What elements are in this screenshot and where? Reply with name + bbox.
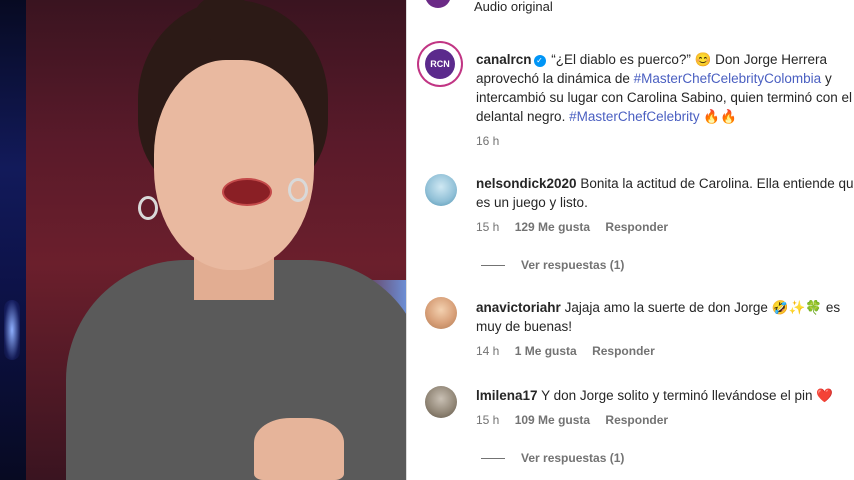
commenter-username[interactable]: nelsondick2020	[476, 176, 577, 191]
view-replies-label: Ver respuestas (1)	[521, 451, 625, 465]
caption-text-line-2-end: y	[821, 71, 832, 86]
person-mouth	[222, 178, 272, 206]
view-replies-label: Ver respuestas (1)	[521, 258, 625, 272]
background-light	[4, 300, 20, 360]
person-hands	[254, 418, 344, 480]
audio-avatar[interactable]	[425, 0, 451, 8]
replies-divider	[481, 265, 505, 267]
comments-panel[interactable]: Audio original RCN canalrcn ✓ “¿El diablo…	[407, 0, 854, 480]
view-replies-button[interactable]: Ver respuestas (1)	[481, 258, 624, 272]
earring-right	[288, 178, 308, 202]
comment-likes[interactable]: 129 Me gusta	[515, 220, 590, 234]
comment-likes[interactable]: 109 Me gusta	[515, 413, 590, 427]
commenter-username[interactable]: anavictoriahr	[476, 300, 561, 315]
hashtag-link[interactable]: #MasterChefCelebrityColombia	[634, 71, 822, 86]
caption-meta: 16 h	[476, 134, 852, 148]
caption-emojis: 🔥🔥	[699, 109, 738, 124]
view-replies-button[interactable]: Ver respuestas (1)	[481, 451, 624, 465]
person-face	[154, 60, 314, 270]
caption-text-line-2: aprovechó la dinámica de	[476, 71, 634, 86]
replies-divider	[481, 458, 505, 460]
comment-likes[interactable]: 1 Me gusta	[515, 344, 577, 358]
comment-text-line-2: es un juego y listo.	[476, 195, 588, 210]
comment-timestamp[interactable]: 14 h	[476, 344, 499, 358]
commenter-avatar[interactable]	[425, 386, 457, 418]
video-player[interactable]	[0, 0, 406, 480]
commenter-avatar[interactable]	[425, 174, 457, 206]
caption-text-line-4: delantal negro.	[476, 109, 570, 124]
comment-meta: 14 h 1 Me gusta Responder	[476, 344, 852, 358]
post-caption: canalrcn ✓ “¿El diablo es puerco?” 😊 Don …	[476, 50, 852, 148]
commenter-avatar[interactable]	[425, 297, 457, 329]
comment-text-line-1: Jajaja amo la suerte de don Jorge 🤣✨🍀 es	[564, 300, 841, 315]
caption-text-line-3: intercambió su lugar con Carolina Sabino…	[476, 90, 852, 105]
reply-button[interactable]: Responder	[605, 413, 668, 427]
channel-logo: RCN	[425, 49, 455, 79]
comment-timestamp[interactable]: 15 h	[476, 220, 499, 234]
comment-item: anavictoriahr Jajaja amo la suerte de do…	[476, 298, 852, 358]
commenter-username[interactable]: lmilena17	[476, 388, 538, 403]
verified-icon: ✓	[533, 55, 546, 67]
comment-text-line-2: muy de buenas!	[476, 319, 573, 334]
caption-timestamp[interactable]: 16 h	[476, 134, 499, 148]
audio-original-link[interactable]: Audio original	[474, 0, 553, 14]
comment-text-line-1: Y don Jorge solito y terminó llevándose …	[541, 388, 834, 403]
author-avatar[interactable]: RCN	[421, 45, 459, 83]
reply-button[interactable]: Responder	[605, 220, 668, 234]
hashtag-link[interactable]: #MasterChefCelebrity	[569, 109, 700, 124]
comment-item: nelsondick2020 Bonita la actitud de Caro…	[476, 174, 854, 234]
earring-left	[138, 196, 158, 220]
background-strip	[0, 0, 26, 480]
comment-meta: 15 h 109 Me gusta Responder	[476, 413, 852, 427]
comment-timestamp[interactable]: 15 h	[476, 413, 499, 427]
comment-item: lmilena17 Y don Jorge solito y terminó l…	[476, 386, 852, 427]
author-username[interactable]: canalrcn	[476, 52, 532, 67]
comment-meta: 15 h 129 Me gusta Responder	[476, 220, 852, 234]
comment-text-line-1: Bonita la actitud de Carolina. Ella enti…	[580, 176, 854, 191]
reply-button[interactable]: Responder	[592, 344, 655, 358]
video-frame	[26, 0, 406, 480]
caption-text-line-1: “¿El diablo es puerco?” 😊 Don Jorge Herr…	[551, 52, 827, 67]
